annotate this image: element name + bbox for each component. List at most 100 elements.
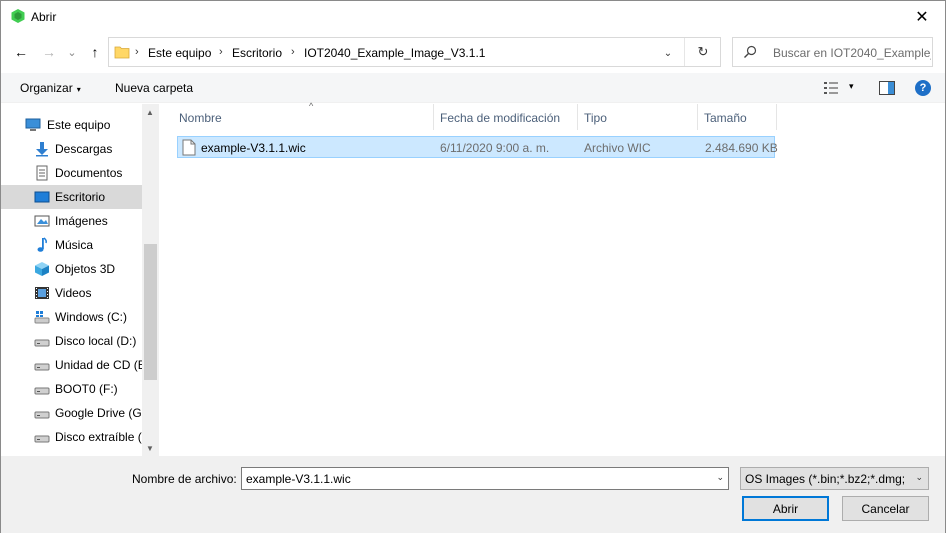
search-icon [744, 45, 757, 58]
sidebar-item-disco-extraible[interactable]: Disco extraíble (I [1, 425, 146, 449]
open-file-dialog: Abrir ✕ ← → ⌄ ↑ › Este equipo › Escritor… [0, 0, 946, 533]
sidebar-item-documentos[interactable]: Documentos [1, 161, 142, 185]
app-icon [11, 9, 25, 23]
breadcrumb-escritorio[interactable]: Escritorio [232, 46, 282, 60]
caret-down-icon: ▾ [76, 85, 81, 94]
desktop-icon [34, 191, 50, 203]
drive-icon [34, 363, 50, 371]
refresh-icon[interactable]: ↻ [695, 44, 711, 60]
file-list: Nombre ^ Fecha de modificación Tipo Tama… [161, 101, 945, 456]
sidebar-item-escritorio[interactable]: Escritorio [1, 185, 142, 209]
drive-icon [34, 411, 50, 419]
sidebar-item-google-drive-g[interactable]: Google Drive (G: [1, 401, 146, 425]
sidebar-item-label: Descargas [55, 142, 113, 156]
folder-icon [114, 46, 130, 59]
sidebar-item-label: Escritorio [55, 190, 106, 204]
sidebar-item-label: Este equipo [47, 118, 111, 132]
sidebar-item-windows-c[interactable]: Windows (C:) [1, 305, 142, 329]
cancel-button[interactable]: Cancelar [842, 496, 929, 521]
sidebar-item-label: Google Drive (G: [55, 406, 146, 420]
file-icon [182, 139, 196, 156]
address-history-dropdown[interactable]: ⌄ [660, 45, 676, 61]
cube-icon [35, 262, 49, 276]
scrollbar-thumb[interactable] [144, 244, 157, 380]
sidebar-item-label: Disco local (D:) [55, 334, 137, 348]
sidebar-item-imagenes[interactable]: Imágenes [1, 209, 142, 233]
address-bar[interactable]: › Este equipo › Escritorio › IOT2040_Exa… [108, 37, 721, 67]
sort-ascending-icon: ^ [309, 101, 314, 111]
recent-locations-button[interactable]: ⌄ [65, 42, 79, 62]
sidebar-item-este-equipo[interactable]: Este equipo [1, 113, 142, 137]
download-icon [36, 142, 48, 157]
view-details-icon[interactable] [823, 81, 839, 95]
file-type-filter[interactable]: OS Images (*.bin;*.bz2;*.dmg;*. ⌄ [740, 467, 929, 490]
chevron-down-icon: ⌄ [67, 46, 77, 59]
file-size: 2.484.690 KB [705, 141, 778, 155]
sidebar-item-videos[interactable]: Videos [1, 281, 142, 305]
file-modified: 6/11/2020 9:00 a. m. [440, 141, 550, 155]
file-type: Archivo WIC [584, 141, 651, 155]
sidebar-item-label: BOOT0 (F:) [55, 382, 118, 396]
breadcrumb-este-equipo[interactable]: Este equipo [148, 46, 211, 60]
windows-drive-icon [34, 311, 50, 324]
drive-icon [34, 387, 50, 395]
up-button[interactable]: ↑ [85, 42, 105, 62]
new-folder-button[interactable]: Nueva carpeta [115, 81, 193, 95]
back-button[interactable]: ← [11, 42, 31, 62]
column-header-label: Nombre [179, 111, 222, 125]
sidebar-item-label: Unidad de CD (E [55, 358, 146, 372]
back-arrow-icon: ← [14, 44, 28, 60]
chevron-down-icon: ⌄ [915, 472, 923, 482]
sidebar-item-unidad-cd-e[interactable]: Unidad de CD (E [1, 353, 146, 377]
column-header-name[interactable]: Nombre ^ [173, 101, 434, 130]
help-icon[interactable]: ? [915, 80, 931, 96]
drive-icon [34, 435, 50, 443]
breadcrumb-separator: › [291, 46, 295, 58]
command-bar: Organizar ▾ Nueva carpeta ▾ ? [1, 73, 945, 103]
sidebar-item-label: Música [55, 238, 94, 252]
breadcrumb-separator: › [135, 46, 139, 58]
view-options-caret-icon[interactable]: ▾ [849, 81, 854, 92]
sidebar-item-boot0-f[interactable]: BOOT0 (F:) [1, 377, 142, 401]
filename-value: example-V3.1.1.wic [246, 472, 351, 486]
scroll-down-icon[interactable]: ▼ [146, 444, 154, 453]
file-row[interactable]: example-V3.1.1.wic 6/11/2020 9:00 a. m. … [177, 136, 778, 158]
breadcrumb-current-folder[interactable]: IOT2040_Example_Image_V3.1.1 [304, 46, 485, 60]
scroll-up-icon[interactable]: ▲ [146, 108, 154, 117]
sidebar-item-descargas[interactable]: Descargas [1, 137, 142, 161]
column-header-label: Fecha de modificación [440, 111, 561, 125]
column-header-date[interactable]: Fecha de modificación [434, 104, 578, 130]
filename-label: Nombre de archivo: [132, 472, 237, 486]
breadcrumb-separator: › [219, 46, 223, 58]
window-title: Abrir [31, 10, 57, 24]
column-header-type[interactable]: Tipo [578, 104, 698, 130]
preview-pane-icon[interactable] [879, 81, 895, 95]
title-bar: Abrir ✕ [1, 1, 945, 32]
column-header-label: Tamaño [704, 111, 747, 125]
sidebar-item-label: Windows (C:) [55, 310, 128, 324]
pictures-icon [34, 215, 50, 227]
sidebar-item-label: Imágenes [55, 214, 108, 228]
video-icon [35, 287, 49, 299]
sidebar-item-disco-local-d[interactable]: Disco local (D:) [1, 329, 142, 353]
computer-icon [25, 118, 41, 131]
forward-button[interactable]: → [39, 42, 59, 62]
address-divider [684, 38, 685, 66]
file-type-filter-value: OS Images (*.bin;*.bz2;*.dmg;*. [745, 472, 905, 486]
sidebar-item-label: Documentos [55, 166, 123, 180]
dialog-footer: Nombre de archivo: example-V3.1.1.wic ⌄ … [1, 456, 945, 533]
search-input[interactable]: Buscar en IOT2040_Example_... [732, 37, 933, 67]
sidebar-item-objetos-3d[interactable]: Objetos 3D [1, 257, 142, 281]
column-header-label: Tipo [584, 111, 607, 125]
column-header-size[interactable]: Tamaño [698, 104, 777, 130]
chevron-down-icon[interactable]: ⌄ [716, 472, 724, 483]
sidebar-scrollbar[interactable]: ▲ ▼ [142, 104, 159, 456]
open-button[interactable]: Abrir [742, 496, 829, 521]
sidebar-item-label: Disco extraíble (I [55, 430, 146, 444]
filename-field[interactable]: example-V3.1.1.wic ⌄ [241, 467, 729, 490]
sidebar-item-musica[interactable]: Música [1, 233, 142, 257]
organize-button[interactable]: Organizar ▾ [20, 81, 81, 95]
close-button[interactable]: ✕ [899, 1, 945, 32]
sidebar-item-label: Objetos 3D [55, 262, 116, 276]
navigation-pane: Este equipo Descargas Documentos Escrito… [1, 104, 159, 456]
